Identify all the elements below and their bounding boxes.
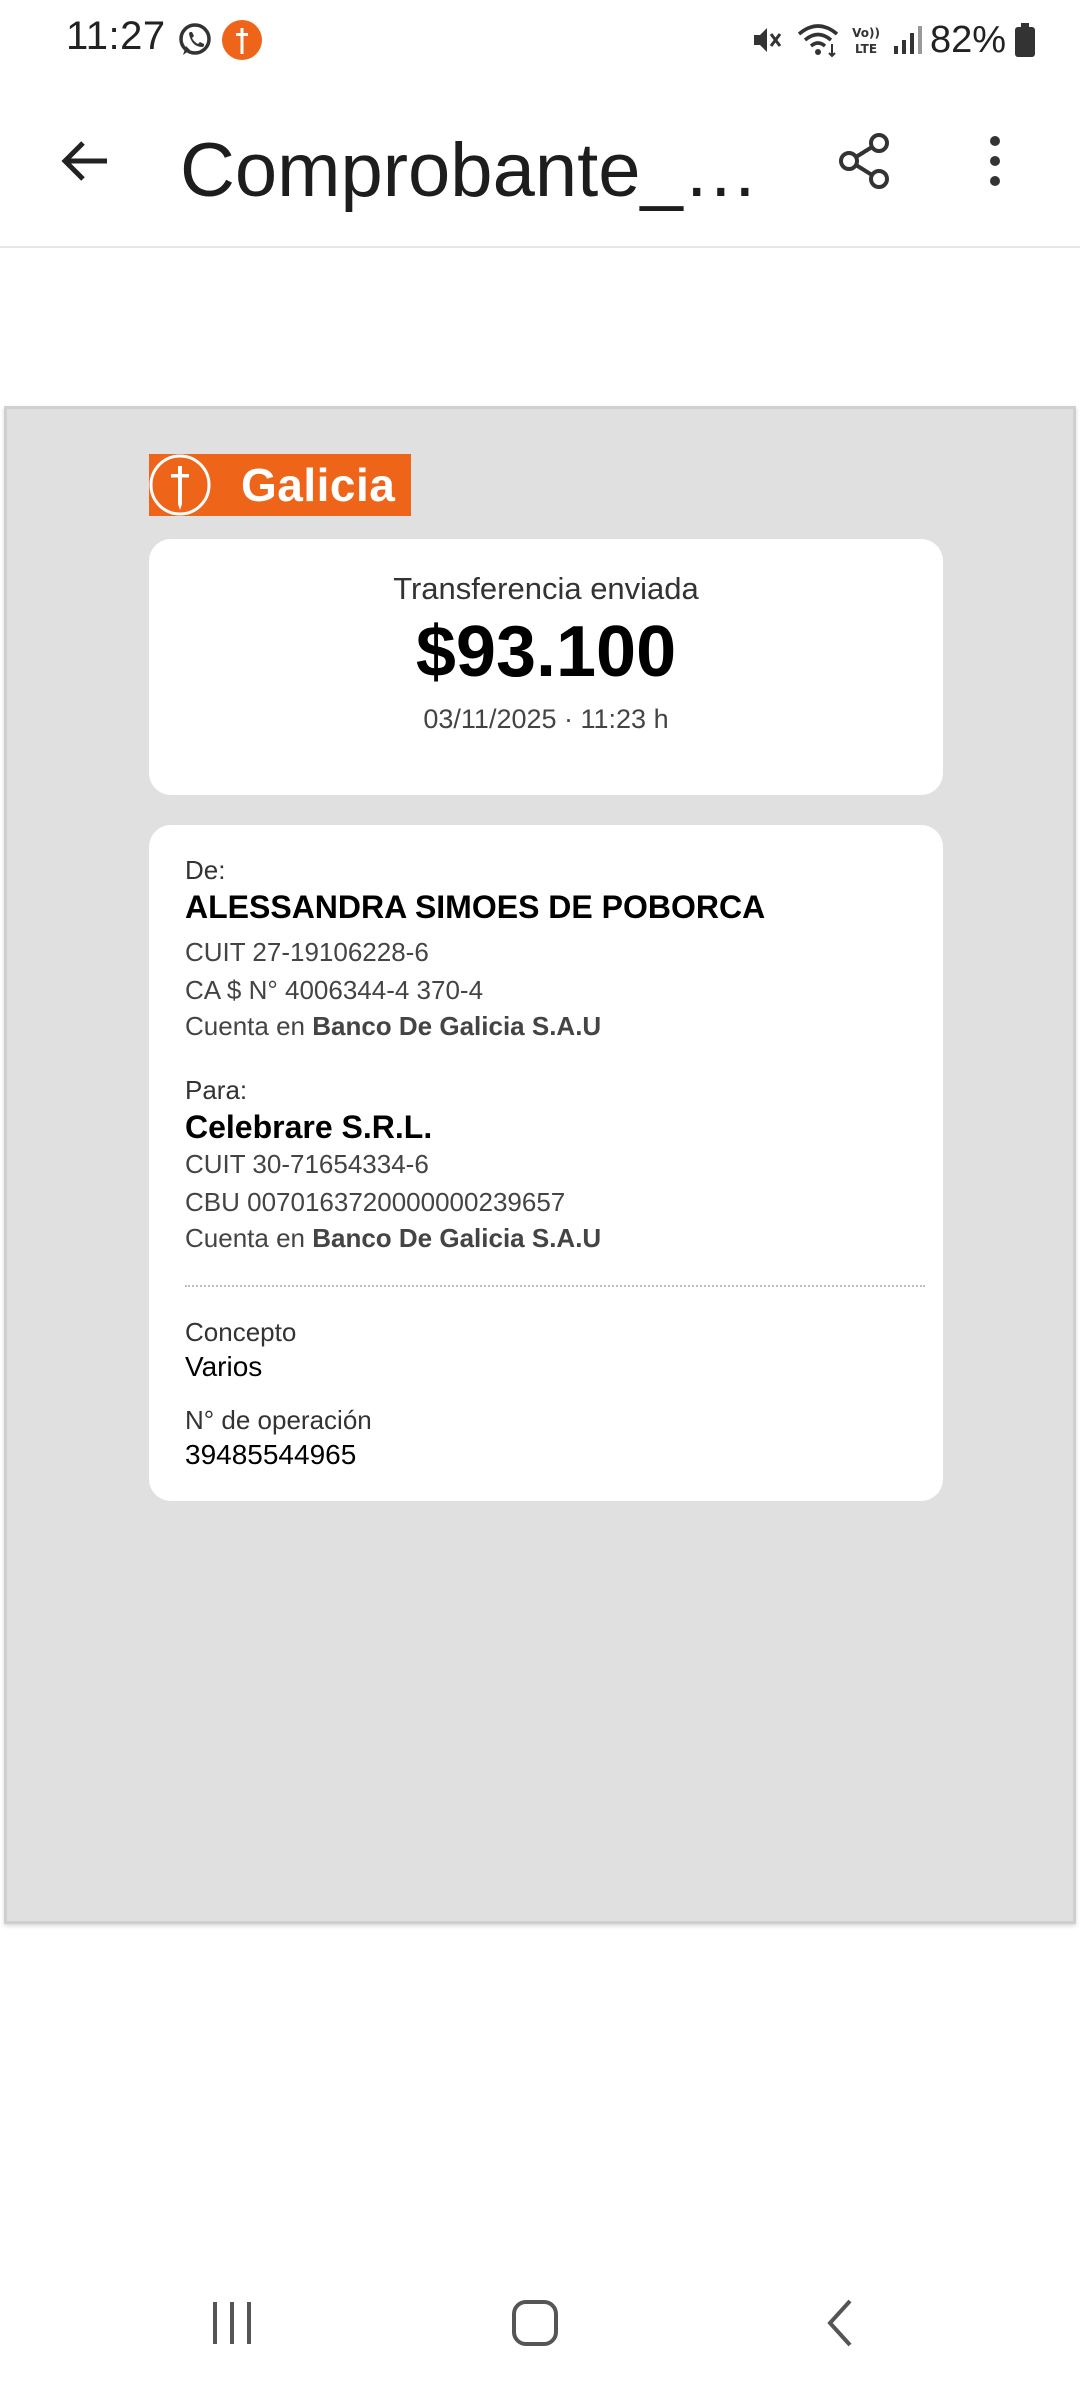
from-name: ALESSANDRA SIMOES DE POBORCA bbox=[185, 889, 766, 925]
share-icon bbox=[839, 133, 889, 189]
back-icon bbox=[827, 2299, 852, 2347]
document-viewer[interactable]: Galicia Transferencia enviada $93.100 03… bbox=[4, 406, 1076, 1924]
more-vert-icon bbox=[990, 136, 1000, 186]
operation-label: N° de operación bbox=[185, 1405, 372, 1435]
divider bbox=[185, 1285, 925, 1287]
galicia-notification-icon bbox=[222, 20, 262, 60]
from-account: CA $ N° 4006344-4 370-4 bbox=[185, 975, 484, 1005]
from-label: De: bbox=[185, 855, 226, 885]
amount-card: Transferencia enviada $93.100 03/11/2025… bbox=[149, 539, 943, 795]
back-button[interactable] bbox=[50, 126, 120, 196]
svg-text:LTE: LTE bbox=[855, 42, 877, 56]
status-icons: Vo)) LTE 82% bbox=[748, 16, 1036, 64]
status-time: 11:27 bbox=[66, 14, 166, 58]
wifi-icon bbox=[797, 24, 839, 58]
svg-text:Vo)): Vo)) bbox=[852, 26, 880, 40]
recents-icon bbox=[213, 2302, 251, 2344]
to-name: Celebrare S.R.L. bbox=[185, 1109, 433, 1145]
battery-percent: 82% bbox=[929, 18, 1006, 61]
to-cuit: CUIT 30-71654334-6 bbox=[185, 1149, 429, 1179]
app-bar: Comprobante_3… bbox=[0, 82, 1080, 248]
from-bank-prefix: Cuenta en bbox=[185, 1011, 305, 1041]
galicia-logo: Galicia bbox=[149, 454, 411, 516]
to-label: Para: bbox=[185, 1075, 248, 1105]
to-bank-line: Cuenta en Banco De Galicia S.A.U bbox=[185, 1223, 601, 1254]
from-cuit: CUIT 27-19106228-6 bbox=[185, 937, 429, 967]
to-bank-prefix: Cuenta en bbox=[185, 1223, 305, 1253]
whatsapp-icon bbox=[179, 23, 211, 55]
home-button[interactable] bbox=[485, 2288, 585, 2358]
back-arrow-icon bbox=[61, 141, 107, 181]
battery-icon bbox=[1015, 23, 1035, 57]
transfer-datetime: 03/11/2025 · 11:23 h bbox=[423, 704, 669, 734]
signal-icon bbox=[893, 26, 922, 54]
status-bar: 11:27 Vo)) LTE 82% bbox=[0, 0, 1080, 82]
recents-button[interactable] bbox=[182, 2288, 282, 2358]
nav-back-button[interactable] bbox=[790, 2288, 890, 2358]
document-title: Comprobante_3… bbox=[180, 128, 800, 213]
from-bank: Banco De Galicia S.A.U bbox=[312, 1011, 602, 1041]
details-card: De: ALESSANDRA SIMOES DE POBORCA CUIT 27… bbox=[149, 825, 943, 1501]
home-icon bbox=[512, 2300, 558, 2346]
transfer-amount: $93.100 bbox=[415, 612, 677, 692]
share-button[interactable] bbox=[830, 126, 900, 196]
more-options-button[interactable] bbox=[960, 126, 1030, 196]
galicia-logo-icon bbox=[149, 454, 211, 516]
operation-value: 39485544965 bbox=[185, 1439, 357, 1470]
volte-icon: Vo)) LTE bbox=[852, 26, 880, 56]
mute-icon bbox=[753, 28, 782, 52]
galicia-logo-text: Galicia bbox=[241, 459, 396, 511]
to-cbu: CBU 0070163720000000239657 bbox=[185, 1187, 566, 1217]
navigation-bar bbox=[0, 2270, 1080, 2380]
from-bank-line: Cuenta en Banco De Galicia S.A.U bbox=[185, 1011, 601, 1042]
concept-label: Concepto bbox=[185, 1317, 297, 1347]
to-bank: Banco De Galicia S.A.U bbox=[312, 1223, 602, 1253]
concept-value: Varios bbox=[185, 1351, 263, 1382]
transfer-title: Transferencia enviada bbox=[393, 571, 699, 606]
